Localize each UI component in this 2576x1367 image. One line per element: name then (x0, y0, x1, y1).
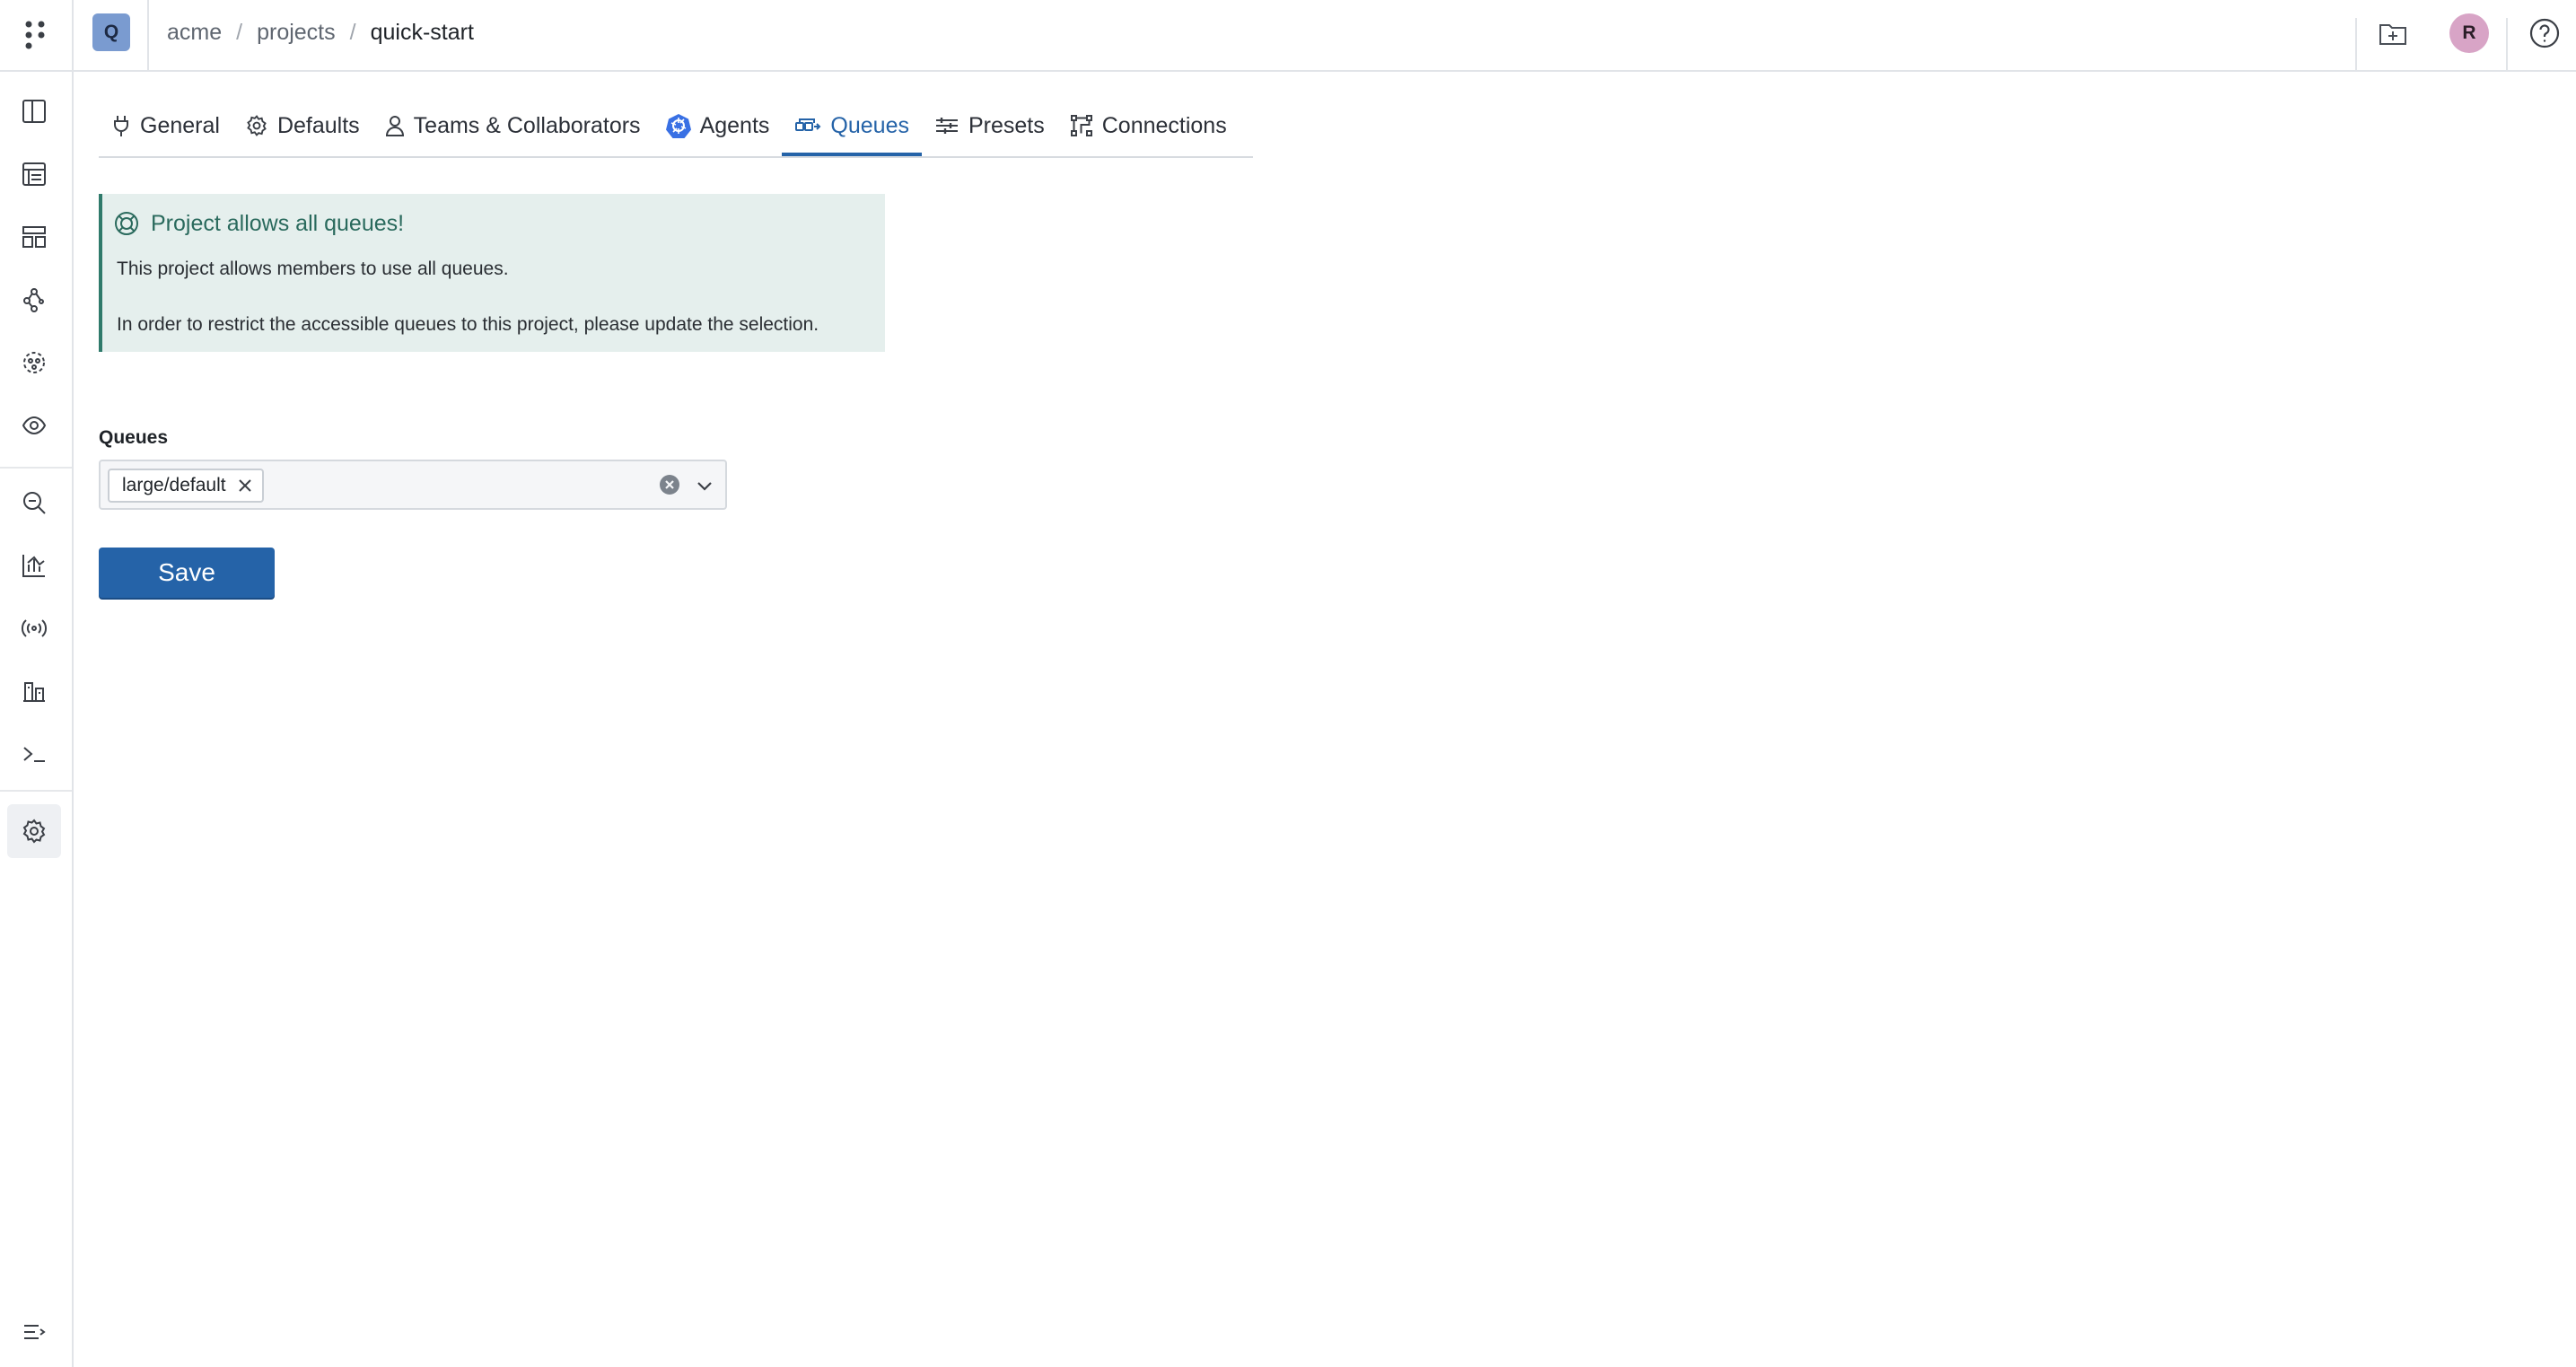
tab-presets[interactable]: Presets (922, 99, 1057, 156)
presets-icon (935, 118, 958, 134)
divider (2506, 18, 2508, 70)
sidebar-settings-icon[interactable] (7, 804, 61, 858)
tab-teams-collaborators[interactable]: Teams & Collaborators (372, 99, 653, 156)
tab-label: General (140, 112, 220, 138)
divider (2355, 18, 2357, 70)
queues-label: Queues (99, 427, 169, 448)
gear-icon (247, 115, 267, 136)
sidebar-runs-table-icon[interactable] (14, 154, 54, 194)
tab-label: Defaults (276, 112, 360, 138)
sidebar-agents-icon[interactable] (14, 343, 54, 382)
save-button[interactable]: Save (99, 548, 275, 598)
tab-queues[interactable]: Queues (782, 99, 922, 156)
queue-chip: large/default (108, 469, 264, 503)
tab-connections[interactable]: Connections (1057, 99, 1240, 156)
divider (72, 0, 74, 70)
breadcrumb: acme / projects / quick-start (167, 17, 474, 48)
chevron-down-icon[interactable] (693, 474, 716, 497)
lifebuoy-icon (115, 212, 138, 235)
breadcrumb-current[interactable]: quick-start (371, 20, 474, 46)
top-bar: Q acme / projects / quick-start R (0, 0, 2576, 72)
left-sidebar (0, 72, 74, 1367)
tab-label: Agents (699, 112, 770, 138)
user-icon (385, 116, 404, 136)
sidebar-collapse-icon[interactable] (14, 1312, 54, 1352)
sidebar-dashboards-icon[interactable] (14, 217, 54, 257)
sidebar-overview-icon[interactable] (14, 92, 54, 131)
sidebar-monitor-icon[interactable] (14, 406, 54, 445)
help-icon[interactable] (2524, 13, 2565, 54)
settings-tabs: General Defaults Teams & Collaborators A… (99, 97, 1253, 158)
tab-label: Connections (1101, 112, 1227, 138)
callout-text-line1: This project allows members to use all q… (117, 259, 509, 279)
tab-label: Queues (830, 112, 909, 138)
breadcrumb-projects[interactable]: projects (257, 20, 336, 46)
project-badge[interactable]: Q (92, 13, 130, 51)
sidebar-search-icon[interactable] (14, 483, 54, 522)
tab-defaults[interactable]: Defaults (232, 99, 372, 156)
sidebar-terminal-icon[interactable] (14, 734, 54, 774)
breadcrumb-separator: / (236, 19, 243, 45)
divider (0, 467, 72, 469)
plug-icon (114, 116, 128, 136)
queue-chip-label: large/default (122, 475, 226, 495)
breadcrumb-org[interactable]: acme (167, 20, 222, 46)
connections-icon (1070, 115, 1092, 136)
avatar[interactable]: R (2449, 13, 2489, 53)
kubernetes-icon (665, 114, 691, 138)
queues-select[interactable]: large/default (99, 460, 727, 510)
sidebar-analytics-icon[interactable] (14, 546, 54, 585)
sidebar-registry-icon[interactable] (14, 671, 54, 711)
queue-icon (795, 118, 821, 131)
tab-general[interactable]: General (99, 99, 232, 156)
callout-text-line2: In order to restrict the accessible queu… (117, 314, 819, 335)
apps-menu-icon[interactable] (16, 16, 54, 54)
info-callout: Project allows all queues! This project … (99, 194, 885, 352)
sidebar-broadcast-icon[interactable] (14, 609, 54, 648)
remove-chip-icon[interactable] (235, 476, 255, 495)
callout-title: Project allows all queues! (113, 210, 404, 237)
clear-selection-icon[interactable] (659, 474, 680, 495)
new-project-folder-icon[interactable] (2373, 14, 2413, 54)
tab-agents[interactable]: Agents (653, 99, 783, 156)
tab-label: Teams & Collaborators (413, 112, 641, 138)
callout-title-text: Project allows all queues! (151, 210, 405, 236)
divider (147, 0, 149, 70)
tab-label: Presets (968, 112, 1045, 138)
breadcrumb-separator: / (349, 19, 356, 45)
divider (0, 790, 72, 792)
sidebar-dag-icon[interactable] (14, 280, 54, 320)
